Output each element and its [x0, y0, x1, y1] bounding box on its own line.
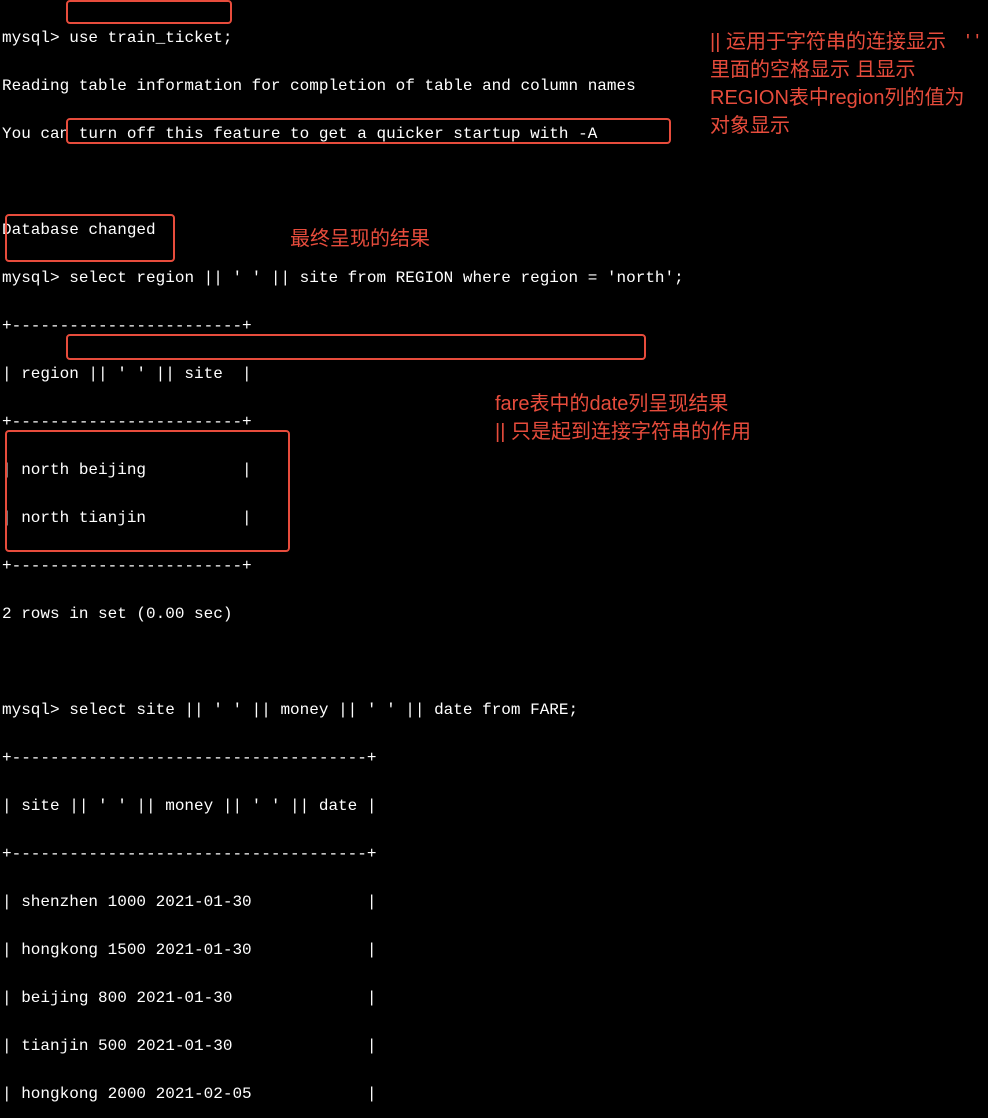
- blank-line: [2, 170, 986, 194]
- table-row: | north tianjin |: [2, 506, 986, 530]
- table-separator: +-------------------------------------+: [2, 746, 986, 770]
- result-rows-count: 2 rows in set (0.00 sec): [2, 602, 986, 626]
- table-row: | tianjin 500 2021-01-30 |: [2, 1034, 986, 1058]
- table-row: | shenzhen 1000 2021-01-30 |: [2, 890, 986, 914]
- cmd-use-db: use train_ticket;: [69, 29, 232, 47]
- mysql-prompt: mysql>: [2, 269, 69, 287]
- output-db-changed: Database changed: [2, 218, 986, 242]
- table-row: | beijing 800 2021-01-30 |: [2, 986, 986, 1010]
- cmd-select-fare: select site || ' ' || money || ' ' || da…: [69, 701, 578, 719]
- annotation-concat-operator: || 运用于字符串的连接显示 ' ' 里面的空格显示 且显示REGION表中re…: [710, 28, 980, 140]
- annotation-final-result: 最终呈现的结果: [290, 225, 430, 253]
- table-row: | hongkong 1500 2021-01-30 |: [2, 938, 986, 962]
- mysql-prompt: mysql>: [2, 29, 69, 47]
- table-row: | north beijing |: [2, 458, 986, 482]
- table-header: | site || ' ' || money || ' ' || date |: [2, 794, 986, 818]
- table-separator: +------------------------+: [2, 410, 986, 434]
- annotation-concat-role: || 只是起到连接字符串的作用: [495, 418, 751, 446]
- terminal-output: mysql> use train_ticket; Reading table i…: [2, 2, 986, 1118]
- table-separator: +-------------------------------------+: [2, 842, 986, 866]
- table-separator: +------------------------+: [2, 314, 986, 338]
- table-row: | hongkong 2000 2021-02-05 |: [2, 1082, 986, 1106]
- mysql-prompt: mysql>: [2, 701, 69, 719]
- annotation-fare-date: fare表中的date列呈现结果: [495, 390, 728, 418]
- cmd-select-region: select region || ' ' || site from REGION…: [69, 269, 684, 287]
- blank-line: [2, 650, 986, 674]
- table-header: | region || ' ' || site |: [2, 362, 986, 386]
- table-separator: +------------------------+: [2, 554, 986, 578]
